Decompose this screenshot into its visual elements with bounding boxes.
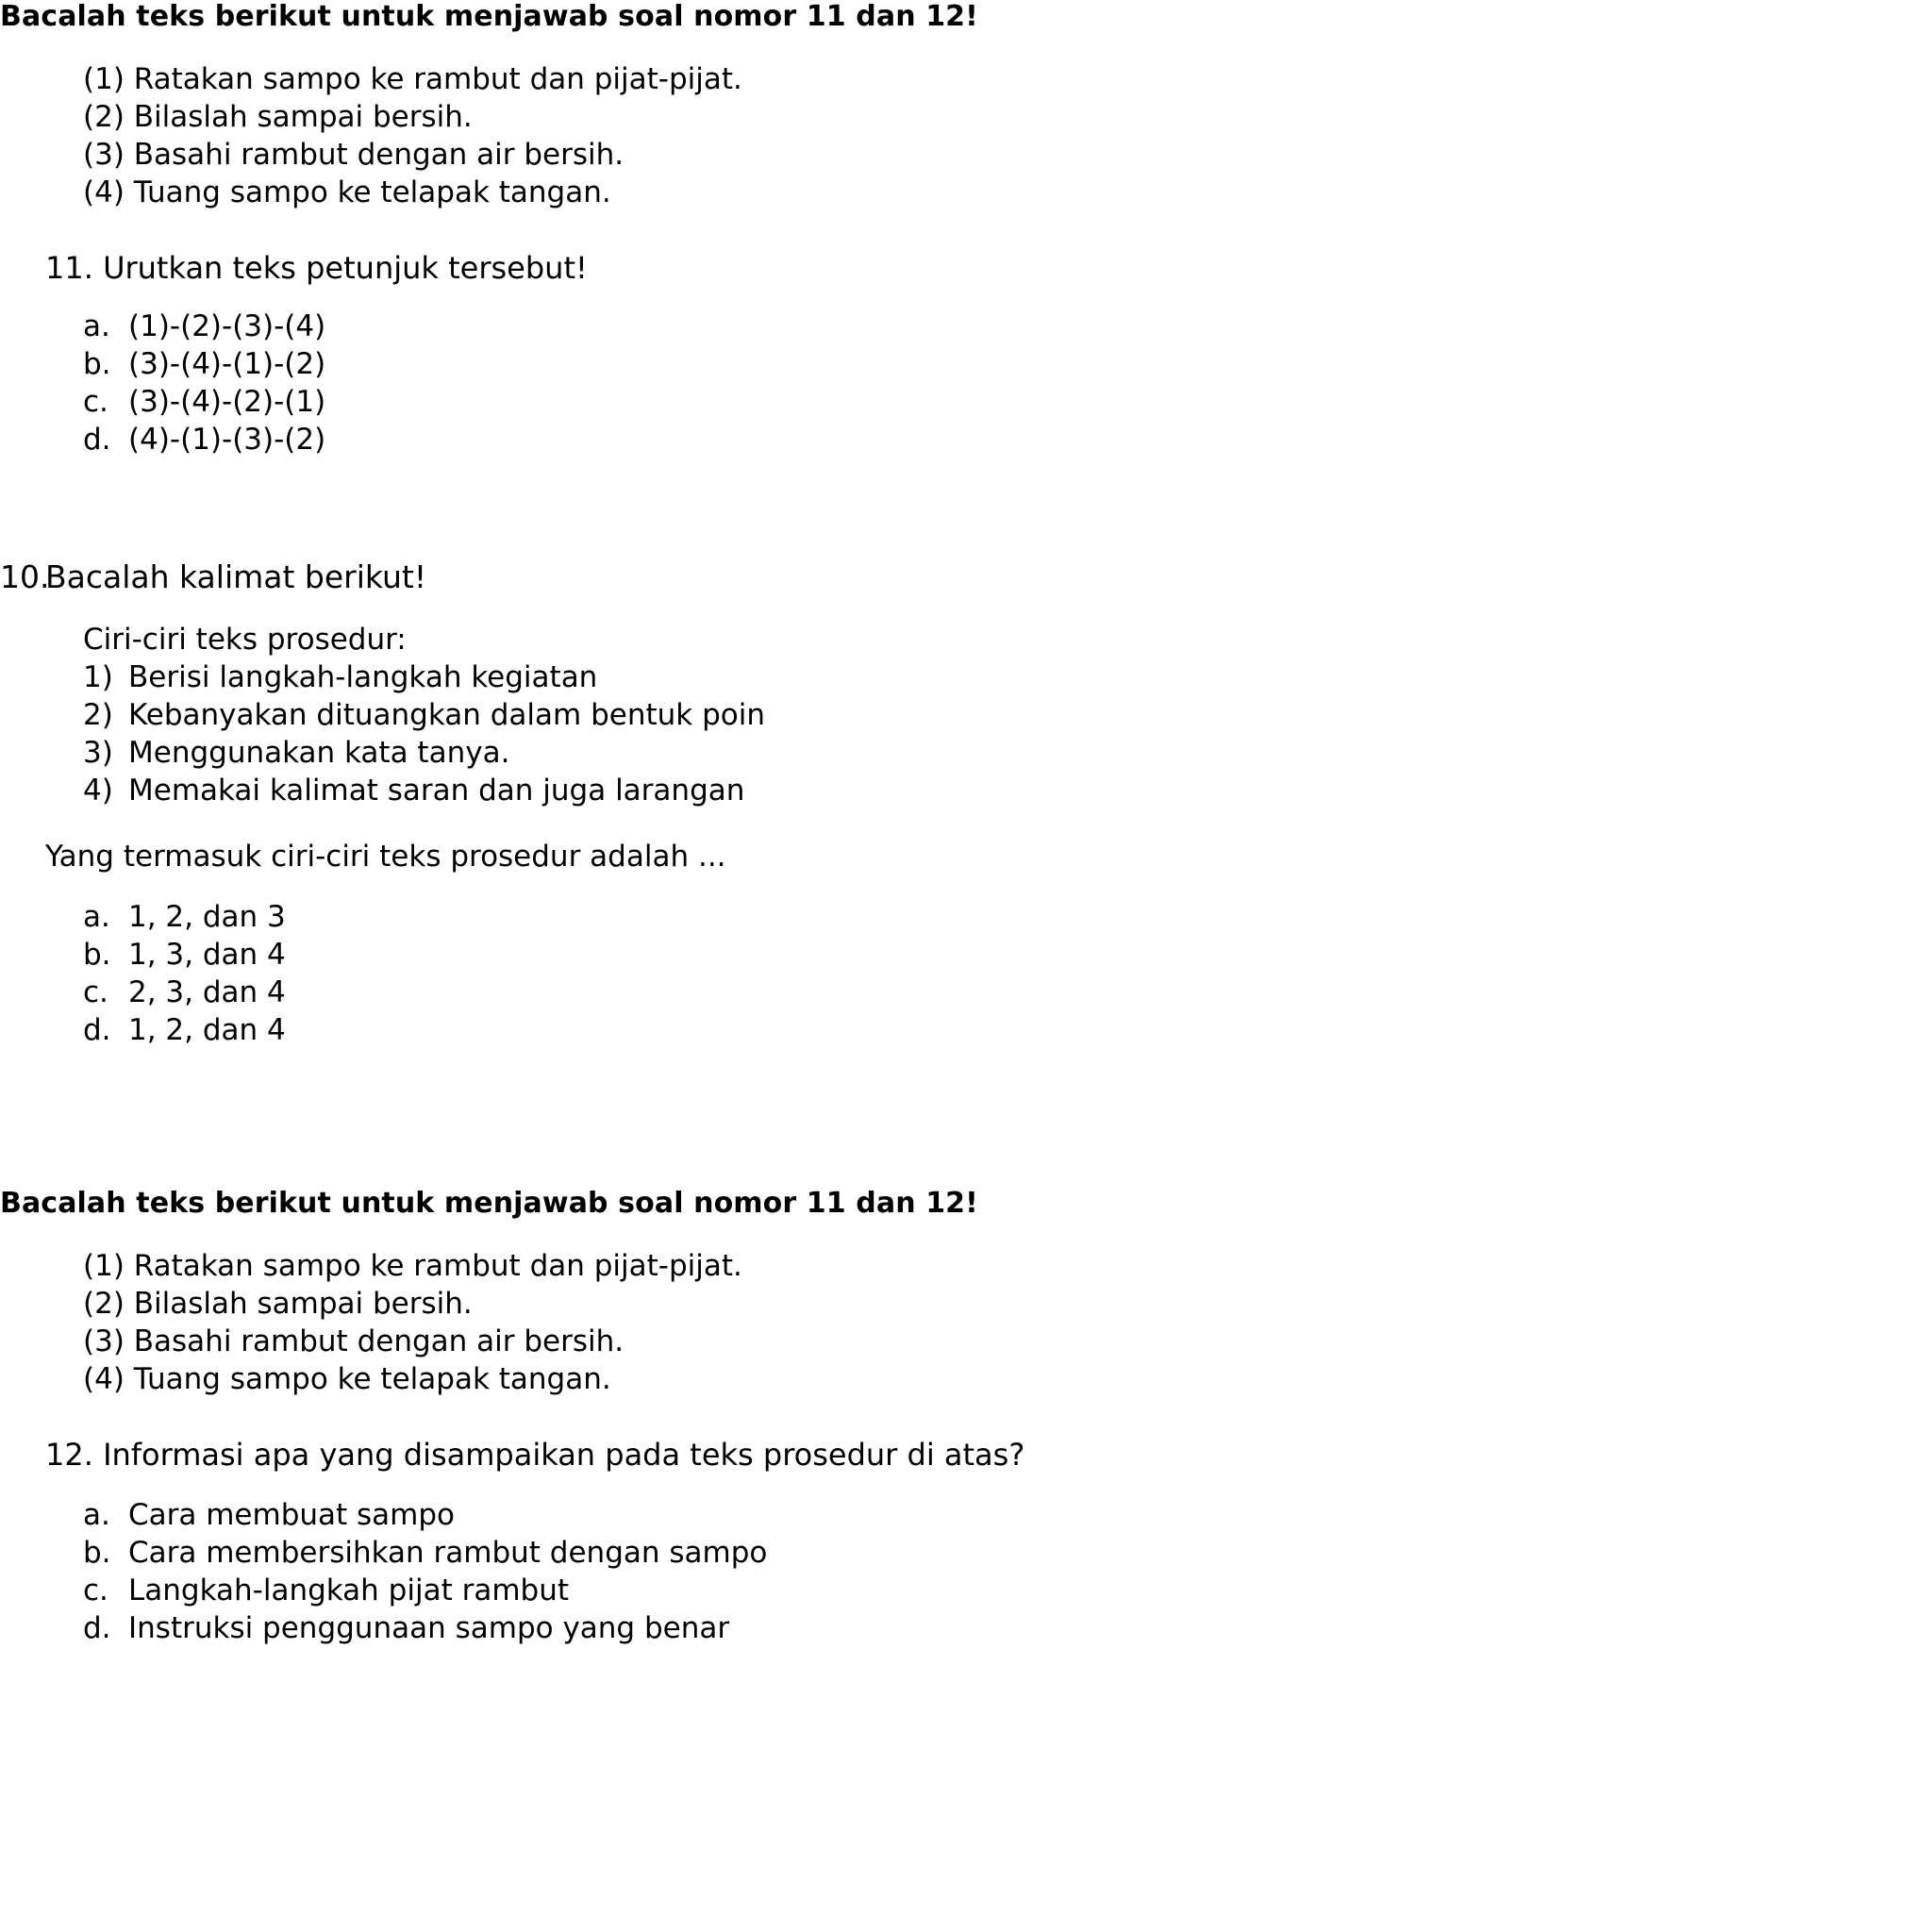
feature-number: 3) <box>83 736 113 770</box>
answer-option-d[interactable]: d. (4)-(1)-(3)-(2) <box>83 421 325 458</box>
procedure-step: (1) Ratakan sampo ke rambut dan pijat-pi… <box>83 1249 742 1283</box>
question-10: 10.Bacalah kalimat berikut! <box>0 557 426 598</box>
answer-option-c[interactable]: c. Langkah-langkah pijat rambut <box>83 1572 569 1609</box>
option-text: (3)-(4)-(1)-(2) <box>128 347 326 381</box>
feature-text: Memakai kalimat saran dan juga larangan <box>128 774 745 808</box>
option-text: 1, 3, dan 4 <box>128 938 286 972</box>
answer-option-a[interactable]: a. (1)-(2)-(3)-(4) <box>83 308 325 345</box>
option-text: Instruksi penggunaan sampo yang benar <box>128 1611 730 1645</box>
option-text: (3)-(4)-(2)-(1) <box>128 385 326 419</box>
answer-option-c[interactable]: c. 2, 3, dan 4 <box>83 974 286 1011</box>
procedure-step: (2) Bilaslah sampai bersih. <box>83 1287 473 1321</box>
option-text: Langkah-langkah pijat rambut <box>128 1574 569 1607</box>
option-text: 1, 2, dan 3 <box>128 900 286 934</box>
question-number: 12. <box>45 1437 93 1473</box>
option-text: Cara membersihkan rambut dengan sampo <box>128 1536 768 1570</box>
question-11: 11. Urutkan teks petunjuk tersebut! <box>45 247 588 289</box>
question-prompt: Yang termasuk ciri-ciri teks prosedur ad… <box>45 840 726 874</box>
option-letter: b. <box>83 1536 111 1570</box>
answer-option-b[interactable]: b. 1, 3, dan 4 <box>83 936 286 974</box>
procedure-step: (3) Basahi rambut dengan air bersih. <box>83 1324 625 1358</box>
answer-option-d[interactable]: d. Instruksi penggunaan sampo yang benar <box>83 1609 729 1647</box>
option-letter: c. <box>83 385 108 419</box>
feature-text: Kebanyakan dituangkan dalam bentuk poin <box>128 698 765 732</box>
feature-item: 1) Berisi langkah-langkah kegiatan <box>83 658 597 696</box>
option-letter: c. <box>83 975 108 1009</box>
feature-number: 2) <box>83 698 113 732</box>
option-text: (4)-(1)-(3)-(2) <box>128 423 326 457</box>
section-heading: Bacalah teks berikut untuk menjawab soal… <box>0 1187 978 1220</box>
procedure-step: (2) Bilaslah sampai bersih. <box>83 100 473 134</box>
question-number: 11. <box>45 250 93 286</box>
feature-item: 2) Kebanyakan dituangkan dalam bentuk poi… <box>83 696 765 734</box>
procedure-step: (3) Basahi rambut dengan air bersih. <box>83 138 625 172</box>
option-letter: c. <box>83 1574 108 1607</box>
feature-item: 4) Memakai kalimat saran dan juga laranga… <box>83 772 744 809</box>
question-12: 12. Informasi apa yang disampaikan pada … <box>45 1434 1024 1475</box>
option-letter: a. <box>83 1498 110 1532</box>
procedure-step: (4) Tuang sampo ke telapak tangan. <box>83 1362 611 1396</box>
feature-number: 4) <box>83 774 113 808</box>
worksheet-page: Bacalah teks berikut untuk menjawab soal… <box>0 0 1932 1932</box>
question-text: Bacalah kalimat berikut! <box>45 558 427 595</box>
option-letter: a. <box>83 309 110 343</box>
feature-text: Menggunakan kata tanya. <box>128 736 510 770</box>
answer-option-d[interactable]: d. 1, 2, dan 4 <box>83 1011 286 1049</box>
answer-option-b[interactable]: b. Cara membersihkan rambut dengan sampo <box>83 1534 767 1572</box>
answer-option-a[interactable]: a. 1, 2, dan 3 <box>83 898 286 936</box>
option-letter: b. <box>83 347 111 381</box>
option-letter: a. <box>83 900 110 934</box>
question-number: 10. <box>0 558 50 595</box>
option-text: 1, 2, dan 4 <box>128 1013 286 1047</box>
section-heading: Bacalah teks berikut untuk menjawab soal… <box>0 0 978 33</box>
option-text: (1)-(2)-(3)-(4) <box>128 309 326 343</box>
feature-number: 1) <box>83 660 113 694</box>
answer-option-a[interactable]: a. Cara membuat sampo <box>83 1496 455 1534</box>
question-text: Urutkan teks petunjuk tersebut! <box>103 250 588 286</box>
feature-text: Berisi langkah-langkah kegiatan <box>128 660 598 694</box>
option-letter: b. <box>83 938 111 972</box>
procedure-step: (1) Ratakan sampo ke rambut dan pijat-pi… <box>83 62 742 96</box>
list-title: Ciri-ciri teks prosedur: <box>83 623 407 657</box>
answer-option-b[interactable]: b. (3)-(4)-(1)-(2) <box>83 345 325 383</box>
feature-item: 3) Menggunakan kata tanya. <box>83 734 509 772</box>
option-letter: d. <box>83 1013 111 1047</box>
answer-option-c[interactable]: c. (3)-(4)-(2)-(1) <box>83 383 325 421</box>
option-text: Cara membuat sampo <box>128 1498 456 1532</box>
option-text: 2, 3, dan 4 <box>128 975 286 1009</box>
option-letter: d. <box>83 1611 111 1645</box>
procedure-step: (4) Tuang sampo ke telapak tangan. <box>83 175 611 209</box>
option-letter: d. <box>83 423 111 457</box>
question-text: Informasi apa yang disampaikan pada teks… <box>103 1437 1025 1473</box>
